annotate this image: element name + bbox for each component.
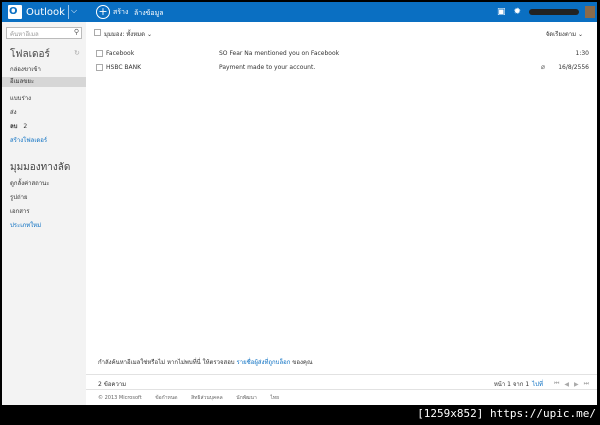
quickview-photos[interactable]: รูปถ่าย <box>10 192 28 202</box>
message-row[interactable]: Facebook SO Fear Na mentioned you on Fac… <box>86 47 597 60</box>
search-icon[interactable]: ⚲ <box>74 28 79 36</box>
copyright: © 2013 Microsoft <box>98 395 142 401</box>
chat-icon[interactable]: ▣ <box>497 7 506 17</box>
page-indicator: หน้า 1 จาก 1 <box>493 381 530 388</box>
chevron-down-icon: ⌄ <box>577 31 583 38</box>
chevron-down-icon: ⌄ <box>146 31 152 38</box>
footer-link-privacy[interactable]: สิทธิส่วนบุคคล <box>191 395 223 401</box>
outlook-window: Outlook ⌵ + สร้าง ล้างข้อมูล ▣ ✹ ค้นหาอี… <box>2 2 597 405</box>
plus-icon: + <box>96 5 110 19</box>
folders-heading[interactable]: โฟลเดอร์ <box>10 47 50 62</box>
message-sender: Facebook <box>106 50 135 57</box>
top-bar-icons: ▣ ✹ <box>497 2 597 22</box>
divider <box>86 374 597 375</box>
quick-views-heading[interactable]: มุมมองทางลัด <box>10 160 70 175</box>
folder-drafts[interactable]: แบบร่าง <box>10 93 31 103</box>
new-button[interactable]: + สร้าง <box>96 5 128 19</box>
message-subject: Payment made to your account. <box>219 64 316 71</box>
message-date: 16/8/2556 <box>558 64 589 71</box>
pager: หน้า 1 จาก 1 ไปที่ ⏮ ◀ ▶ ⏭ <box>494 379 589 389</box>
filter-bar: มุมมอง: ทั้งหมด ⌄ จัดเรียงตาม ⌄ <box>86 26 597 38</box>
blocked-senders-notice: กำลังค้นหาอีเมลใช่หรือไม่ หากไม่พบที่นี่… <box>98 357 313 367</box>
message-date: 1:30 <box>575 50 589 57</box>
message-row[interactable]: HSBC BANK Payment made to your account. … <box>86 61 597 74</box>
notice-text: กำลังค้นหาอีเมลใช่หรือไม่ หากไม่พบที่นี่… <box>98 359 235 366</box>
user-name-redacted[interactable] <box>529 9 579 15</box>
refresh-icon[interactable]: ↻ <box>74 49 80 57</box>
folder-junk[interactable]: อีเมลขยะ <box>2 77 86 87</box>
new-category-link[interactable]: ประเภทใหม่ <box>10 220 41 230</box>
quickview-flagged[interactable]: ดูกลั้งค่าสถานะ <box>10 178 50 188</box>
message-checkbox[interactable] <box>96 50 103 57</box>
last-page-icon[interactable]: ⏭ <box>584 380 589 388</box>
folder-deleted[interactable]: ลบ 2 <box>10 121 27 131</box>
sort-label: จัดเรียงตาม <box>545 31 577 38</box>
top-bar: Outlook ⌵ + สร้าง ล้างข้อมูล ▣ ✹ <box>2 2 597 22</box>
search-placeholder: ค้นหาอีเมล <box>10 31 39 38</box>
paperclip-icon: ⌀ <box>540 63 545 71</box>
left-nav: ค้นหาอีเมล ⚲ โฟลเดอร์ ↻ กล่องขาเข้า อีเม… <box>2 22 86 405</box>
folder-sent[interactable]: ส่ง <box>10 107 17 117</box>
go-to-page-link[interactable]: ไปที่ <box>532 379 543 389</box>
prev-page-icon[interactable]: ◀ <box>564 381 569 388</box>
create-folder-link[interactable]: สร้างโฟลเดอร์ <box>10 135 47 145</box>
search-input[interactable]: ค้นหาอีเมล ⚲ <box>6 27 82 39</box>
footer-link-terms[interactable]: ข้อกำหนด <box>155 395 177 401</box>
blocked-senders-link[interactable]: รายชื่อผู้ส่งที่ถูกบล็อก <box>237 359 291 366</box>
divider <box>86 389 597 390</box>
outlook-logo-icon <box>8 5 22 19</box>
folder-deleted-label: ลบ <box>10 123 18 130</box>
folder-deleted-count: 2 <box>23 123 28 130</box>
chevron-down-icon[interactable]: ⌵ <box>71 6 77 16</box>
view-filter-label: มุมมอง: ทั้งหมด <box>104 31 146 38</box>
message-list-pane: มุมมอง: ทั้งหมด ⌄ จัดเรียงตาม ⌄ Facebook… <box>86 22 597 405</box>
brand-divider <box>68 5 69 19</box>
message-sender: HSBC BANK <box>106 64 142 71</box>
select-all-checkbox[interactable] <box>94 29 101 36</box>
next-page-icon[interactable]: ▶ <box>574 381 579 388</box>
first-page-icon[interactable]: ⏮ <box>554 380 559 388</box>
footer-link-language[interactable]: ไทย <box>270 395 279 401</box>
message-checkbox[interactable] <box>96 64 103 71</box>
folder-inbox[interactable]: กล่องขาเข้า <box>10 64 41 74</box>
avatar[interactable] <box>585 6 595 18</box>
quickview-documents[interactable]: เอกสาร <box>10 206 30 216</box>
watermark: [1259x852] https://upic.me/ <box>417 407 596 420</box>
view-filter-dropdown[interactable]: มุมมอง: ทั้งหมด ⌄ <box>104 29 152 39</box>
notice-suffix: ของคุณ <box>290 359 313 366</box>
footer: © 2013 Microsoft ข้อกำหนด สิทธิส่วนบุคคล… <box>98 394 291 402</box>
sort-dropdown[interactable]: จัดเรียงตาม ⌄ <box>546 29 583 39</box>
sweep-button[interactable]: ล้างข้อมูล <box>134 8 164 19</box>
brand-name: Outlook <box>26 6 65 18</box>
footer-link-developers[interactable]: นักพัฒนา <box>236 395 256 401</box>
gear-icon[interactable]: ✹ <box>513 7 521 17</box>
message-count: 2 ข้อความ <box>98 381 127 388</box>
new-label: สร้าง <box>113 7 129 16</box>
message-subject: SO Fear Na mentioned you on Facebook <box>219 50 340 57</box>
